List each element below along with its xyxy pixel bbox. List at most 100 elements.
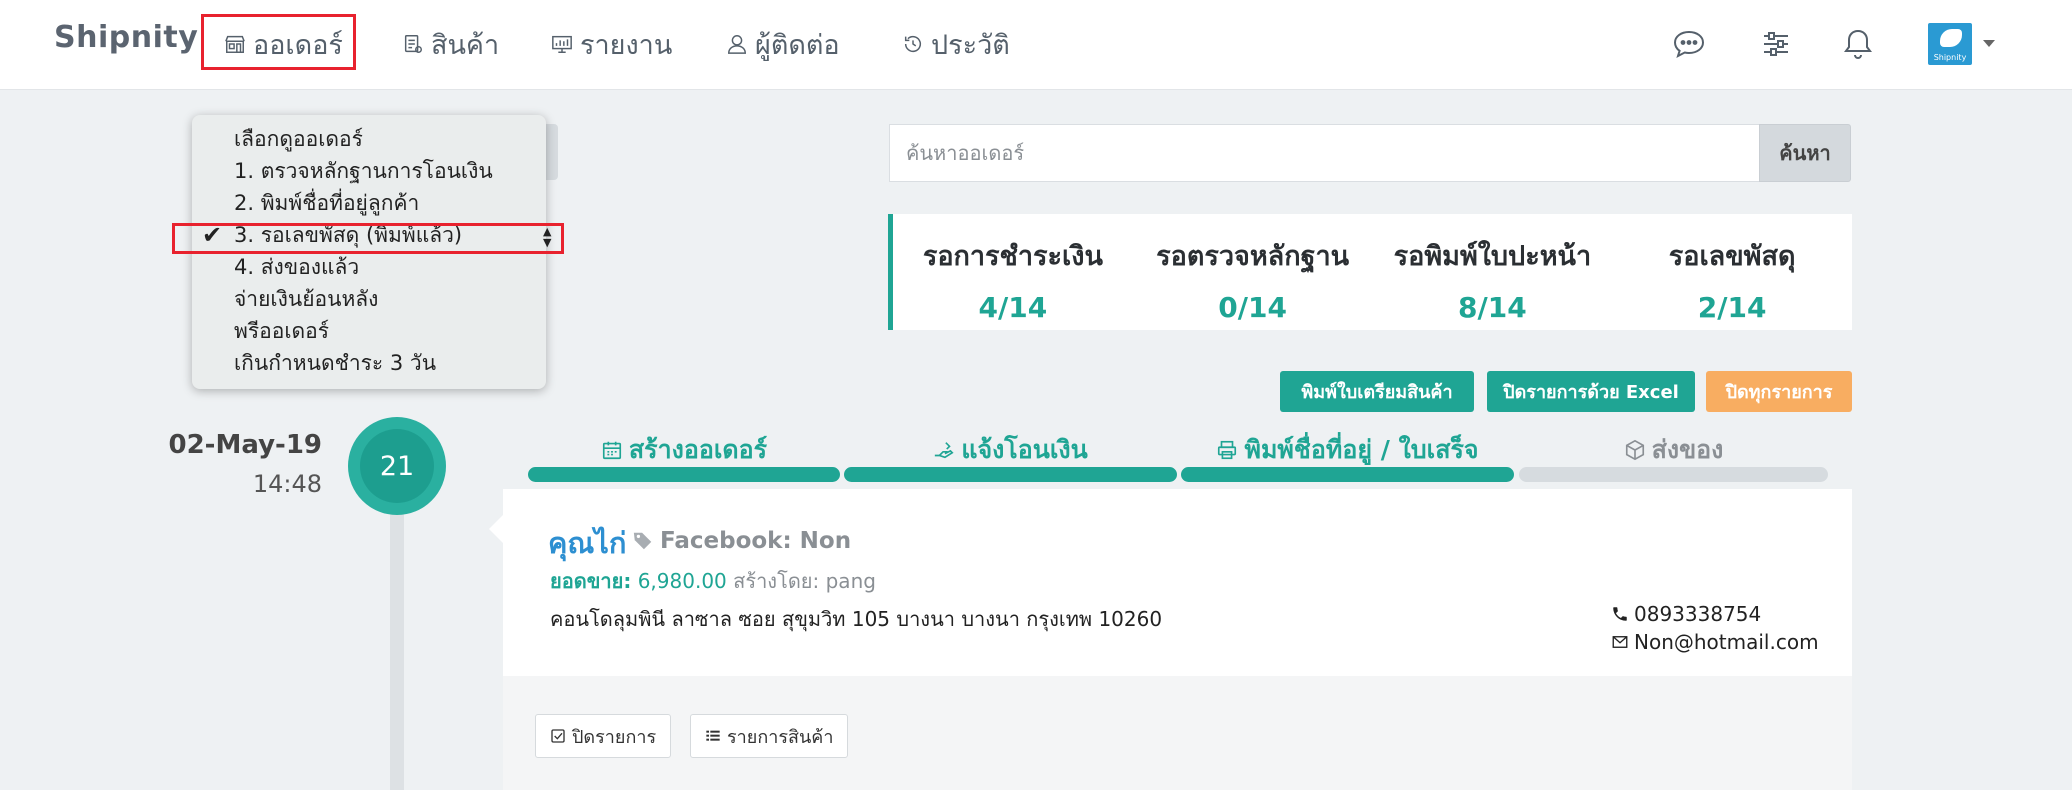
nav-item-label: รายงาน — [580, 29, 673, 61]
step-label-wrap: ส่งของ — [1519, 430, 1828, 470]
customer-name[interactable]: คุณไก่ — [548, 520, 626, 566]
order-number-badge[interactable]: 21 — [348, 417, 446, 515]
order-number: 21 — [360, 429, 434, 503]
close-all-button[interactable]: ปิดทุกรายการ — [1706, 371, 1852, 412]
step-create-order: สร้างออเดอร์ — [528, 430, 840, 482]
order-stats-panel: รอการชำระเงิน 4/14 รอตรวจหลักฐาน 0/14 รอ… — [888, 214, 1852, 330]
option-label: เกินกำหนดชำระ 3 วัน — [234, 351, 437, 375]
step-shipping: ส่งของ — [1519, 430, 1828, 482]
email-value: Non@hotmail.com — [1634, 630, 1819, 654]
tag-icon — [633, 532, 652, 550]
step-label-wrap: สร้างออเดอร์ — [528, 430, 840, 470]
step-label: ส่งของ — [1651, 435, 1724, 464]
option-label: เลือกดูออเดอร์ — [234, 127, 363, 151]
brand-logo[interactable]: Shipnity — [54, 20, 198, 55]
order-date: 02-May-19 — [168, 430, 322, 460]
customer-phone: 0893338754 — [1611, 602, 1761, 626]
step-progress-bar — [844, 467, 1177, 482]
dropdown-option[interactable]: 2. พิมพ์ชื่อที่อยู่ลูกค้า — [192, 187, 546, 219]
dropdown-option[interactable]: เกินกำหนดชำระ 3 วัน — [192, 347, 546, 379]
nav-item-reports[interactable]: รายงาน — [551, 20, 672, 68]
step-progress-bar — [1519, 467, 1828, 482]
stat-value: 2/14 — [1697, 291, 1767, 324]
chevron-down-icon[interactable] — [1983, 40, 1995, 47]
stat-waiting-print[interactable]: รอพิมพ์ใบปะหน้า 8/14 — [1373, 214, 1613, 330]
stat-label: รอตรวจหลักฐาน — [1156, 241, 1350, 272]
option-label: พรีออเดอร์ — [234, 319, 330, 343]
bell-icon[interactable] — [1840, 26, 1876, 62]
avatar[interactable]: Shipnity — [1928, 23, 1972, 65]
sales-label: ยอดขาย: — [550, 569, 632, 593]
stat-waiting-payment[interactable]: รอการชำระเงิน 4/14 — [893, 214, 1133, 330]
dropdown-option[interactable]: 4. ส่งของแล้ว — [192, 251, 546, 283]
search-input[interactable] — [889, 124, 1759, 182]
product-icon — [404, 35, 422, 53]
stat-value: 4/14 — [978, 291, 1048, 324]
step-label-wrap: พิมพ์ชื่อที่อยู่ / ใบเสร็จ — [1181, 430, 1514, 470]
option-label: 4. ส่งของแล้ว — [234, 255, 360, 279]
nav-item-contacts[interactable]: ผู้ติดต่อ — [726, 20, 840, 68]
nav-item-label: ประวัติ — [931, 29, 1010, 61]
button-label: รายการสินค้า — [727, 726, 834, 748]
customer-address: คอนโดลุมพินี ลาซาล ซอย สุขุมวิท 105 บางน… — [550, 607, 1163, 631]
step-progress-bar — [1181, 467, 1514, 482]
step-payment-notice: แจ้งโอนเงิน — [844, 430, 1177, 482]
stat-value: 0/14 — [1218, 291, 1287, 324]
card-pointer — [489, 515, 503, 543]
dropdown-option[interactable]: พรีออเดอร์ — [192, 315, 546, 347]
print-prep-button[interactable]: พิมพ์ใบเตรียมสินค้า — [1280, 371, 1474, 412]
box-icon — [1625, 439, 1644, 461]
sales-info: ยอดขาย: 6,980.00 สร้างโดย: pang — [550, 565, 876, 597]
search-button[interactable]: ค้นหา — [1759, 124, 1851, 182]
step-label: สร้างออเดอร์ — [628, 435, 768, 464]
step-print-address: พิมพ์ชื่อที่อยู่ / ใบเสร็จ — [1181, 430, 1514, 482]
printer-icon — [1218, 440, 1237, 460]
stat-label: รอการชำระเงิน — [922, 241, 1103, 272]
button-label: ปิดรายการ — [572, 726, 657, 748]
stat-label: รอเลขพัสดุ — [1668, 241, 1796, 272]
select-arrows-icon: ▲ ▼ — [543, 225, 552, 249]
close-excel-button[interactable]: ปิดรายการด้วย Excel — [1487, 371, 1695, 412]
order-time: 14:48 — [252, 470, 322, 498]
top-navbar: Shipnity ออเดอร์ สินค้า รายงาน ผู้ติดต่อ… — [0, 0, 2072, 90]
avatar-label: Shipnity — [1933, 53, 1967, 62]
option-label: จ่ายเงินย้อนหลัง — [234, 287, 379, 311]
check-square-icon — [551, 729, 565, 743]
nav-item-label: ผู้ติดต่อ — [755, 29, 840, 61]
step-progress-bar — [528, 467, 840, 482]
list-icon — [706, 730, 720, 741]
envelope-icon — [1612, 636, 1628, 648]
nav-item-products[interactable]: สินค้า — [402, 20, 499, 68]
phone-value: 0893338754 — [1634, 602, 1762, 626]
stat-value: 8/14 — [1458, 291, 1527, 324]
calendar-icon — [602, 441, 621, 460]
order-search: ค้นหา — [889, 124, 1851, 182]
dropdown-option[interactable]: เลือกดูออเดอร์ — [192, 123, 546, 155]
step-label: พิมพ์ชื่อที่อยู่ / ใบเสร็จ — [1244, 435, 1479, 464]
stat-waiting-proof[interactable]: รอตรวจหลักฐาน 0/14 — [1133, 214, 1373, 330]
chat-icon[interactable] — [1671, 26, 1707, 62]
payment-hand-icon — [935, 442, 954, 459]
shipnity-logo-icon — [1940, 29, 1962, 47]
selected-option-highlight — [172, 223, 564, 254]
user-icon — [728, 35, 746, 54]
step-label: แจ้งโอนเงิน — [961, 435, 1088, 464]
close-order-button[interactable]: ปิดรายการ — [535, 714, 672, 758]
channel-label: Facebook: Non — [660, 528, 852, 554]
phone-icon — [1613, 607, 1627, 621]
customer-channel: Facebook: Non — [632, 528, 851, 554]
timeline-line — [390, 482, 404, 790]
step-label-wrap: แจ้งโอนเงิน — [844, 430, 1177, 470]
dropdown-option[interactable]: จ่ายเงินย้อนหลัง — [192, 283, 546, 315]
order-items-button[interactable]: รายการสินค้า — [690, 714, 849, 758]
nav-item-history[interactable]: ประวัติ — [902, 20, 1010, 68]
option-label: 1. ตรวจหลักฐานการโอนเงิน — [234, 159, 493, 183]
stat-waiting-tracking[interactable]: รอเลขพัสดุ 2/14 — [1612, 214, 1852, 330]
option-label: 2. พิมพ์ชื่อที่อยู่ลูกค้า — [234, 191, 420, 215]
created-by: สร้างโดย: pang — [733, 569, 876, 593]
stat-label: รอพิมพ์ใบปะหน้า — [1393, 241, 1592, 272]
customer-email: Non@hotmail.com — [1611, 630, 1819, 654]
sliders-icon[interactable] — [1758, 26, 1794, 62]
dropdown-option[interactable]: 1. ตรวจหลักฐานการโอนเงิน — [192, 155, 546, 187]
nav-item-label: สินค้า — [431, 29, 500, 61]
